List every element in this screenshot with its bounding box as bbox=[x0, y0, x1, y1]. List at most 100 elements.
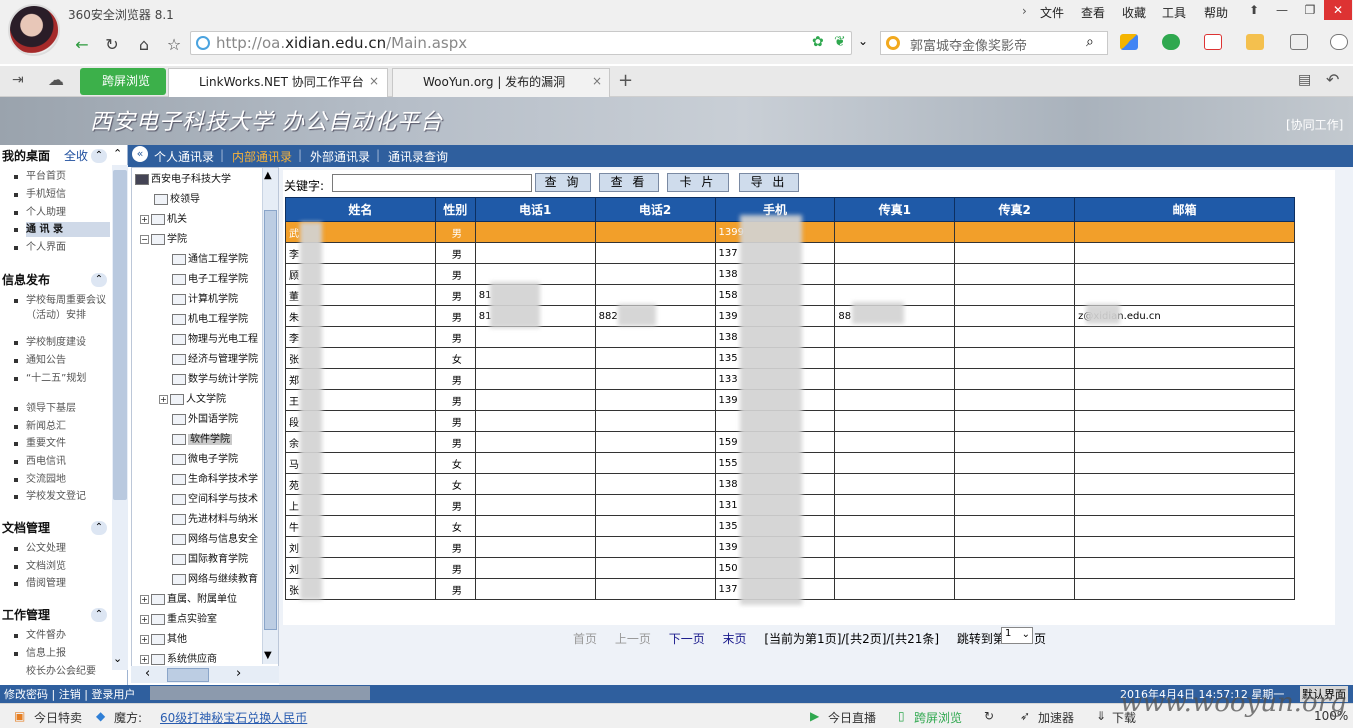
translate-icon[interactable] bbox=[1246, 34, 1264, 50]
tree-node[interactable]: 国际教育学院 bbox=[172, 550, 248, 565]
tree-node[interactable]: − 学院 bbox=[140, 230, 187, 245]
search-input[interactable]: 郭富城夺金像奖影帝 bbox=[910, 35, 1027, 54]
tree-node[interactable]: 物理与光电工程 bbox=[172, 330, 258, 345]
collapse-icon[interactable]: ⌃ bbox=[91, 149, 107, 163]
tree-node[interactable]: + 人文学院 bbox=[159, 390, 226, 405]
tree-node[interactable]: 校领导 bbox=[154, 190, 200, 205]
tree-node[interactable]: 通信工程学院 bbox=[172, 250, 248, 265]
search-engine-icon[interactable] bbox=[886, 36, 900, 50]
close-icon[interactable]: ✕ bbox=[1324, 0, 1352, 20]
banner-link[interactable]: [协同工作] bbox=[1286, 116, 1343, 133]
expand-icon[interactable]: + bbox=[140, 594, 149, 604]
col-fax2[interactable]: 传真2 bbox=[954, 197, 1076, 222]
scroll-down-icon[interactable]: ⌄ bbox=[113, 652, 122, 665]
left-item[interactable]: 领导下基层 bbox=[14, 401, 76, 416]
today-live[interactable]: 今日直播 bbox=[828, 709, 876, 726]
scroll-down-icon[interactable]: ▼ bbox=[264, 650, 272, 661]
left-item[interactable]: 新闻总汇 bbox=[14, 419, 66, 434]
undo-close-icon[interactable]: ↶ bbox=[1326, 70, 1339, 89]
expand-icon[interactable]: + bbox=[140, 214, 149, 224]
left-item[interactable]: “十二五”规划 bbox=[14, 371, 106, 386]
magic-cube[interactable]: 魔方: bbox=[114, 709, 142, 726]
nav-external-contacts[interactable]: 外部通讯录 bbox=[310, 148, 370, 165]
url-text[interactable]: http://oa.xidian.edu.cn/Main.aspx bbox=[216, 34, 467, 52]
tree-node[interactable]: 机电工程学院 bbox=[172, 310, 248, 325]
expand-icon[interactable]: + bbox=[159, 394, 168, 404]
user-avatar[interactable] bbox=[8, 4, 60, 56]
menu-tools[interactable]: 工具 bbox=[1162, 4, 1186, 21]
leaf-icon[interactable]: ❦ bbox=[834, 34, 846, 50]
tab-linkworks[interactable]: LinkWorks.NET 协同工作平台 bbox=[168, 68, 388, 97]
pager-next[interactable]: 下一页 bbox=[669, 632, 705, 646]
collapse-all-link[interactable]: 全收 bbox=[64, 146, 88, 166]
tree-node[interactable]: 经济与管理学院 bbox=[172, 350, 258, 365]
tree-node[interactable]: 计算机学院 bbox=[172, 290, 238, 305]
left-item[interactable]: 文件督办 bbox=[14, 628, 66, 643]
tree-node[interactable]: 外国语学院 bbox=[172, 410, 238, 425]
sidebar-toggle-icon[interactable]: ⇥ bbox=[12, 72, 24, 88]
query-button[interactable]: 查 询 bbox=[535, 173, 591, 192]
left-item[interactable]: 手机短信 bbox=[14, 187, 66, 202]
left-item[interactable]: 信息上报 bbox=[14, 646, 66, 661]
tab-wooyun[interactable]: WooYun.org | 发布的漏洞 bbox=[392, 68, 610, 97]
tree-node[interactable]: 网络与信息安全 bbox=[172, 530, 258, 545]
skin-icon[interactable]: ⬆ bbox=[1240, 0, 1268, 20]
expand-icon[interactable]: + bbox=[140, 634, 149, 644]
tree-node-selected[interactable]: 软件学院 bbox=[172, 430, 232, 445]
tree-node[interactable]: + 其他 bbox=[140, 630, 187, 645]
left-item[interactable]: 交流园地 bbox=[14, 472, 66, 487]
speed-icon[interactable]: ✿ bbox=[812, 34, 824, 50]
tree-node[interactable]: + 直属、附属单位 bbox=[140, 590, 237, 605]
expand-icon[interactable]: + bbox=[140, 654, 149, 664]
tree-node[interactable]: + 系统供应商 bbox=[140, 650, 217, 665]
view-button[interactable]: 查 看 bbox=[599, 173, 659, 192]
tab-close-icon[interactable]: × bbox=[592, 74, 602, 88]
tree-node[interactable]: + 机关 bbox=[140, 210, 187, 225]
tab-close-icon[interactable]: × bbox=[369, 74, 379, 88]
tree-node[interactable]: 网络与继续教育 bbox=[172, 570, 258, 585]
tree-node[interactable]: 数学与统计学院 bbox=[172, 370, 258, 385]
tree-node[interactable]: 微电子学院 bbox=[172, 450, 238, 465]
tree-node[interactable]: 先进材料与纳米 bbox=[172, 510, 258, 525]
refresh-icon[interactable]: ↻ bbox=[984, 709, 994, 723]
pager-prev[interactable]: 上一页 bbox=[615, 632, 651, 646]
tree-scroll-thumb[interactable] bbox=[264, 210, 277, 630]
tree-node[interactable]: 生命科学技术学 bbox=[172, 470, 258, 485]
scroll-right-icon[interactable]: › bbox=[236, 666, 241, 681]
left-item[interactable]: 通知公告 bbox=[14, 353, 66, 368]
pager-last[interactable]: 末页 bbox=[723, 632, 747, 646]
collapse-node-icon[interactable]: − bbox=[140, 234, 149, 244]
col-phone2[interactable]: 电话2 bbox=[594, 197, 716, 222]
cloud-icon[interactable]: ☁ bbox=[48, 70, 64, 89]
expand-icon[interactable]: + bbox=[140, 614, 149, 624]
tree-node[interactable]: 电子工程学院 bbox=[172, 270, 248, 285]
menu-favorites[interactable]: 收藏 bbox=[1122, 4, 1146, 21]
news-ticker[interactable]: 60级打神秘宝石兑换人民币 bbox=[160, 709, 307, 726]
menu-view[interactable]: 查看 bbox=[1081, 4, 1105, 21]
search-icon[interactable]: ⌕ bbox=[1086, 34, 1094, 50]
home-icon[interactable]: ⌂ bbox=[132, 34, 156, 56]
left-item-active[interactable]: 通 讯 录 bbox=[14, 222, 110, 237]
apps-icon[interactable] bbox=[1120, 34, 1138, 50]
accelerator[interactable]: 加速器 bbox=[1038, 709, 1074, 726]
left-item[interactable]: 个人界面 bbox=[14, 240, 66, 255]
tab-list-icon[interactable]: ▤ bbox=[1298, 72, 1311, 88]
nav-personal-contacts[interactable]: 个人通讯录 bbox=[154, 148, 214, 165]
col-gender[interactable]: 性别 bbox=[434, 197, 476, 222]
col-phone1[interactable]: 电话1 bbox=[474, 197, 596, 222]
col-name[interactable]: 姓名 bbox=[285, 197, 436, 222]
back-icon[interactable]: ← bbox=[70, 34, 94, 56]
tree-node[interactable]: + 重点实验室 bbox=[140, 610, 217, 625]
col-email[interactable]: 邮箱 bbox=[1074, 197, 1295, 222]
minimize-icon[interactable]: — bbox=[1268, 0, 1296, 20]
dropdown-icon[interactable]: ⌄ bbox=[858, 34, 868, 48]
status-links[interactable]: 修改密码 | 注销 | 登录用户 bbox=[4, 686, 135, 702]
page-select[interactable]: 1 ⌄ bbox=[1001, 627, 1033, 644]
card-button[interactable]: 卡 片 bbox=[667, 173, 729, 192]
left-item[interactable]: 文档浏览 bbox=[14, 559, 66, 574]
refresh-icon[interactable]: ↻ bbox=[100, 34, 124, 56]
collapse-left-icon[interactable]: « bbox=[132, 146, 148, 162]
hscroll-thumb[interactable] bbox=[167, 668, 209, 682]
menu-file[interactable]: 文件 bbox=[1040, 4, 1064, 21]
star-icon[interactable]: ☆ bbox=[162, 34, 186, 56]
